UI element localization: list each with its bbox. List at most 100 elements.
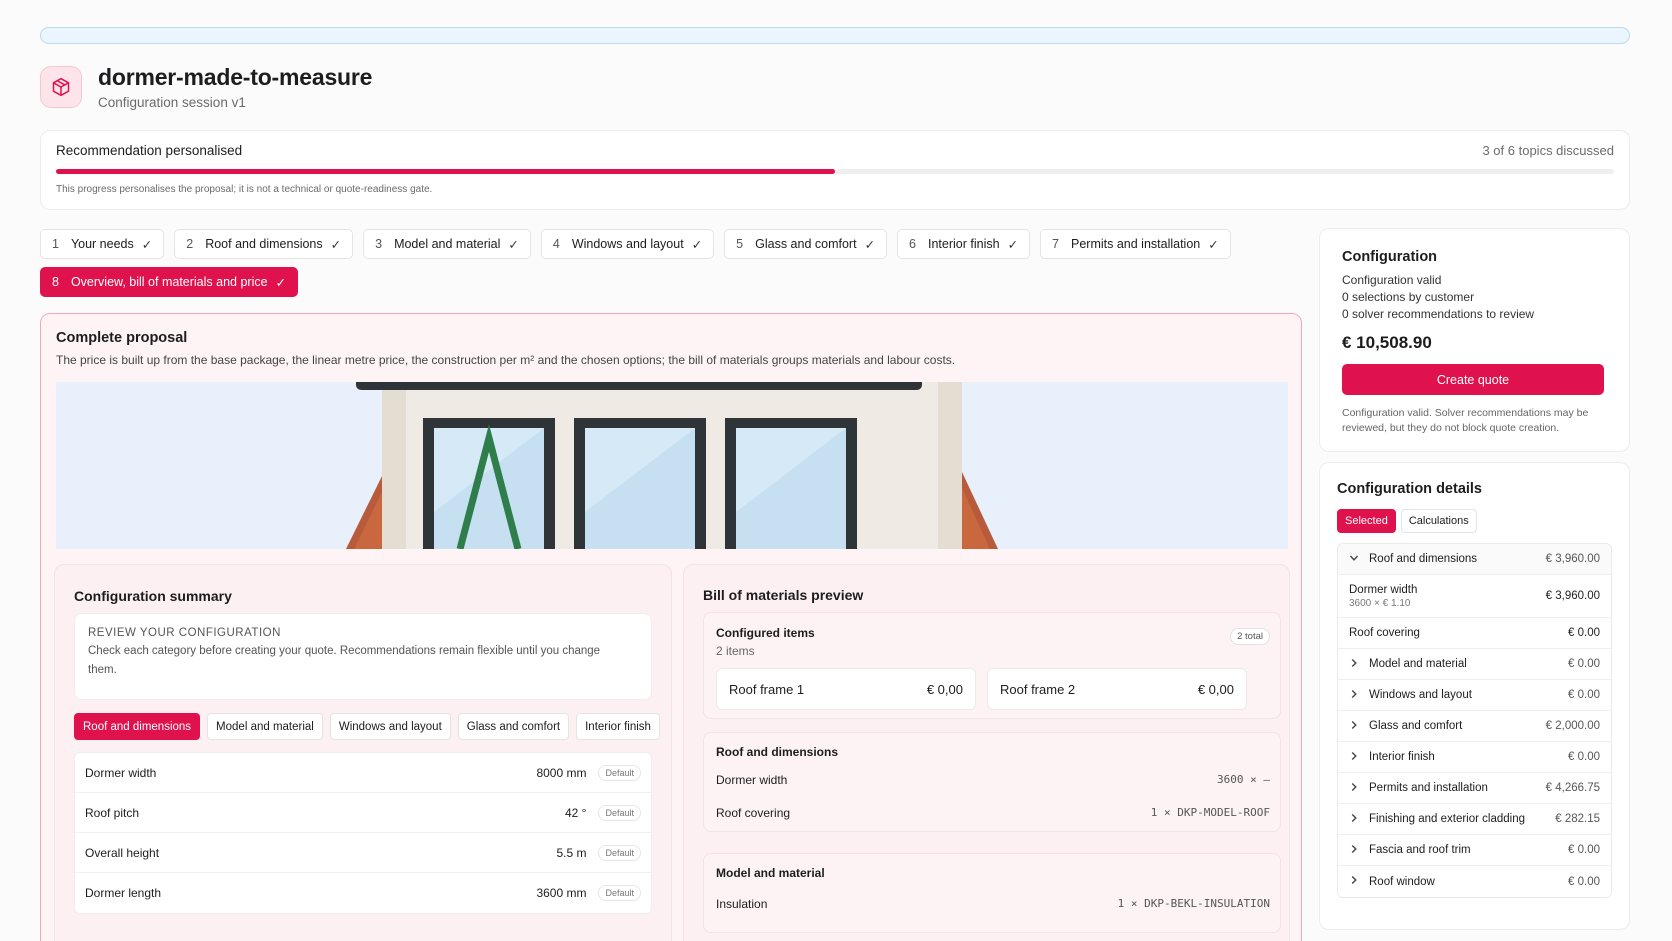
step-label: Roof and dimensions [205,237,323,251]
spec-label: Dormer length [85,886,162,900]
category-row-glass-and-comfort[interactable]: Glass and comfort € 2,000.00 [1338,711,1611,742]
step-label: Model and material [394,237,501,251]
review-box: REVIEW YOUR CONFIGURATION Check each cat… [74,613,652,700]
summary-tab-interior-finish[interactable]: Interior finish [576,713,660,740]
frame-label: Roof frame 1 [729,681,805,697]
step-number: 7 [1052,237,1059,251]
category-row-fascia-and-roof-trim[interactable]: Fascia and roof trim € 0.00 [1338,835,1611,866]
category-row-model-and-material[interactable]: Model and material € 0.00 [1338,649,1611,680]
configuration-details-card: Configuration details Selected Calculati… [1319,462,1630,930]
check-icon: ✓ [691,237,703,252]
bill-of-materials-panel: Bill of materials preview Configured ite… [683,564,1290,941]
summary-tab-glass-and-comfort[interactable]: Glass and comfort [457,713,570,740]
status-line: 0 selections by customer [1342,290,1475,304]
category-row-roof-and-dimensions[interactable]: Roof and dimensions € 3,960.00 [1338,544,1611,575]
detail-calculation-note: 3600 × € 1.10 [1349,597,1411,609]
bom-row: Roof covering 1 × DKP-MODEL-ROOF [716,806,1270,820]
default-badge: Default [598,844,641,861]
check-icon: ✓ [864,237,876,252]
spec-value: 42 ° [564,805,587,820]
step-model-and-material[interactable]: 3 Model and material ✓ [363,229,531,259]
step-your-needs[interactable]: 1 Your needs ✓ [40,229,165,259]
step-number: 6 [909,237,916,251]
spec-table: Dormer width 8000 mm Default Roof pitch … [74,752,652,914]
category-row-roof-window[interactable]: Roof window € 0.00 [1338,866,1611,897]
bom-row-label: Dormer width [716,773,788,787]
detail-label: Roof covering [1349,627,1420,639]
default-badge: Default [598,764,641,781]
check-icon: ✓ [508,237,519,252]
table-row: Overall height 5.5 m Default [75,833,651,873]
check-icon: ✓ [330,237,342,252]
dormer-drawing [346,382,998,549]
category-label: Windows and layout [1369,689,1472,701]
step-navigation: 1 Your needs ✓ 2 Roof and dimensions ✓ 3… [40,229,1300,297]
summary-tab-roof-and-dimensions[interactable]: Roof and dimensions [74,713,201,740]
check-icon: ✓ [1208,237,1219,252]
step-interior-finish[interactable]: 6 Interior finish ✓ [897,229,1031,259]
bom-row-value: 3600 × – [1217,773,1270,786]
detail-row-roof-covering: Roof covering € 0.00 [1338,618,1611,649]
category-label: Finishing and exterior cladding [1369,813,1525,825]
proposal-section: Complete proposal The price is built up … [40,313,1302,941]
table-row: Dormer length 3600 mm Default [75,873,651,913]
category-row-interior-finish[interactable]: Interior finish € 0.00 [1338,742,1611,773]
summary-tab-model-and-material[interactable]: Model and material [207,713,323,740]
step-glass-and-comfort[interactable]: 5 Glass and comfort ✓ [724,229,888,259]
dormer-illustration [56,382,1288,549]
step-overview[interactable]: 8 Overview, bill of materials and price … [40,267,299,297]
chevron-right-icon [1349,782,1369,795]
summary-title: Configuration summary [74,588,232,604]
configuration-note: Configuration valid. Solver recommendati… [1342,407,1589,434]
category-label: Roof window [1369,875,1435,888]
step-number: 5 [736,237,744,251]
tab-selected[interactable]: Selected [1337,509,1396,533]
detail-row-dormer-width: Dormer width 3600 × € 1.10 € 3,960.00 [1338,575,1611,618]
step-permits-and-installation[interactable]: 7 Permits and installation ✓ [1040,229,1231,259]
status-line: 0 solver recommendations to review [1342,307,1535,321]
progress-fill [56,169,835,174]
step-number: 1 [52,237,59,251]
category-row-permits-and-installation[interactable]: Permits and installation € 4,266.75 [1338,773,1611,804]
default-badge: Default [598,885,641,901]
spec-label: Overall height [85,845,160,860]
category-amount: € 0.00 [1568,875,1600,888]
total-badge: 2 total [1230,628,1270,645]
proposal-description: The price is built up from the base pack… [56,353,956,367]
category-label: Permits and installation [1369,782,1488,794]
configuration-summary-panel: Configuration summary REVIEW YOUR CONFIG… [54,564,672,941]
spec-value: 5.5 m [556,845,587,860]
category-row-finishing-and-exterior-cladding[interactable]: Finishing and exterior cladding € 282.15 [1338,804,1611,835]
bom-row-value: 1 × DKP-BEKL-INSULATION [1117,897,1270,910]
bom-group-model: Model and material Insulation 1 × DKP-BE… [703,853,1281,933]
step-number: 3 [375,237,383,251]
step-roof-and-dimensions[interactable]: 2 Roof and dimensions ✓ [174,229,354,259]
create-quote-button[interactable]: Create quote [1342,364,1604,395]
detail-amount: € 3,960.00 [1545,590,1600,602]
summary-tab-windows-and-layout[interactable]: Windows and layout [329,713,451,740]
category-label: Roof and dimensions [1369,553,1478,565]
step-number: 8 [52,275,59,289]
roof-frame-card[interactable]: Roof frame 1 € 0,00 [716,668,976,710]
details-title: Configuration details [1337,481,1482,497]
progress-track [56,169,1614,174]
spec-value: 8000 mm [536,765,587,780]
chevron-right-icon [1349,844,1369,857]
category-row-windows-and-layout[interactable]: Windows and layout € 0.00 [1338,680,1611,711]
chevron-down-icon [1349,553,1369,566]
spec-label: Roof pitch [85,805,140,820]
step-windows-and-layout[interactable]: 4 Windows and layout ✓ [540,229,715,259]
detail-label-text: Dormer width [1349,583,1418,596]
total-price: € 10,508.90 [1342,333,1432,352]
chevron-right-icon [1349,720,1369,733]
tab-calculations[interactable]: Calculations [1400,509,1477,533]
spec-label: Dormer width [85,765,157,780]
app-subtitle: Configuration session v1 [98,95,246,110]
roof-frame-card[interactable]: Roof frame 2 € 0,00 [987,668,1247,710]
status-line: Configuration valid [1342,273,1442,287]
configuration-card: Configuration Configuration valid 0 sele… [1319,228,1630,452]
category-amount: € 0.00 [1568,844,1600,856]
spec-value: 3600 mm [536,886,587,900]
frame-price: € 0,00 [926,681,963,697]
category-label: Model and material [1369,658,1467,670]
